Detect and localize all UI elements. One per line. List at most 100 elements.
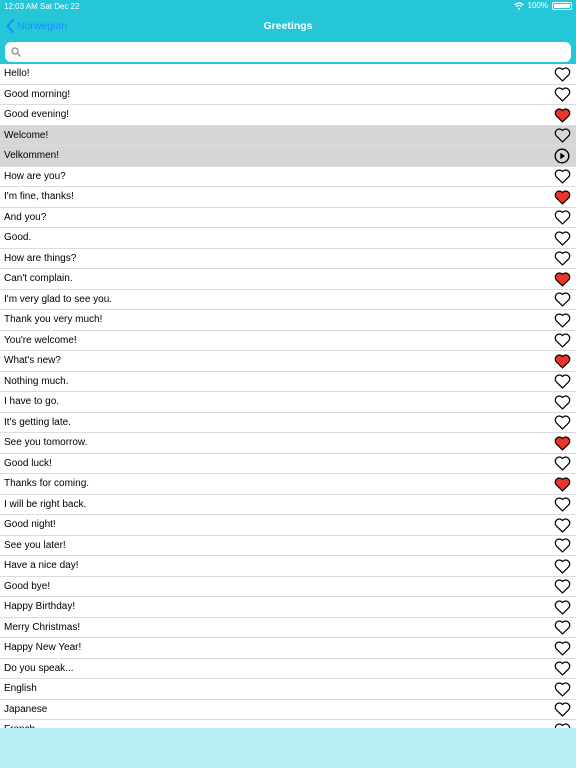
heart-outline-icon[interactable] xyxy=(553,374,571,390)
header: 12:03 AM Sat Dec 22 100% Norwegian Greet… xyxy=(0,0,576,64)
list-item-label: Have a nice day! xyxy=(4,560,79,572)
list-item-label: Can't complain. xyxy=(4,273,73,285)
list-item-label: English xyxy=(4,683,37,695)
heart-outline-icon[interactable] xyxy=(553,210,571,226)
heart-outline-icon[interactable] xyxy=(553,661,571,677)
list-item-label: You're welcome! xyxy=(4,334,77,346)
list-item-label: Do you speak... xyxy=(4,662,74,674)
list-item-label: Good night! xyxy=(4,519,56,531)
list-item[interactable]: Velkommen! xyxy=(0,146,576,167)
list-item[interactable]: I have to go. xyxy=(0,392,576,413)
list-item-label: And you? xyxy=(4,211,47,223)
list-item-label: Nothing much. xyxy=(4,375,69,387)
list-item-label: Good morning! xyxy=(4,88,71,100)
heart-outline-icon[interactable] xyxy=(553,702,571,718)
list-item-label: It's getting late. xyxy=(4,416,71,428)
list-item[interactable]: Hello! xyxy=(0,64,576,85)
heart-outline-icon[interactable] xyxy=(553,517,571,533)
list-item-label: Japanese xyxy=(4,703,48,715)
heart-outline-icon[interactable] xyxy=(553,66,571,82)
list-item-label: Velkommen! xyxy=(4,150,60,162)
list-item[interactable]: Good night! xyxy=(0,515,576,536)
heart-outline-icon[interactable] xyxy=(553,251,571,267)
list-item[interactable]: What's new? xyxy=(0,351,576,372)
heart-outline-icon[interactable] xyxy=(553,558,571,574)
list-item[interactable]: Good morning! xyxy=(0,84,576,105)
heart-filled-icon[interactable] xyxy=(553,107,571,123)
list-item[interactable]: Good. xyxy=(0,228,576,249)
list-item-label: What's new? xyxy=(4,355,61,367)
status-bar: 12:03 AM Sat Dec 22 100% xyxy=(0,0,576,12)
list-item-label: How are things? xyxy=(4,252,77,264)
heart-filled-icon[interactable] xyxy=(553,476,571,492)
heart-outline-icon[interactable] xyxy=(553,394,571,410)
heart-filled-icon[interactable] xyxy=(553,435,571,451)
list-item[interactable]: How are things? xyxy=(0,248,576,269)
list-item[interactable]: Nothing much. xyxy=(0,371,576,392)
list-item-label: Thank you very much! xyxy=(4,314,103,326)
list-item[interactable]: Have a nice day! xyxy=(0,556,576,577)
search-icon xyxy=(11,47,21,57)
heart-outline-icon[interactable] xyxy=(553,538,571,554)
heart-outline-icon[interactable] xyxy=(553,333,571,349)
list-item[interactable]: Can't complain. xyxy=(0,269,576,290)
list-item-label: Happy New Year! xyxy=(4,642,82,654)
battery-percent: 100% xyxy=(527,1,548,10)
search-input[interactable] xyxy=(25,44,569,62)
list-item[interactable]: Thanks for coming. xyxy=(0,474,576,495)
list-item-label: Good bye! xyxy=(4,580,51,592)
heart-outline-icon[interactable] xyxy=(553,169,571,185)
list-item-label: See you tomorrow. xyxy=(4,437,88,449)
list-item[interactable]: I will be right back. xyxy=(0,494,576,515)
list-item[interactable]: Good evening! xyxy=(0,105,576,126)
list-item-label: I have to go. xyxy=(4,396,60,408)
heart-outline-icon[interactable] xyxy=(553,456,571,472)
list-item-label: See you later! xyxy=(4,539,66,551)
heart-outline-icon[interactable] xyxy=(553,230,571,246)
heart-outline-icon[interactable] xyxy=(553,640,571,656)
list-item[interactable]: Welcome! xyxy=(0,125,576,146)
list-item[interactable]: Do you speak... xyxy=(0,658,576,679)
list-item[interactable]: Good luck! xyxy=(0,453,576,474)
list-item[interactable]: Merry Christmas! xyxy=(0,617,576,638)
heart-outline-icon[interactable] xyxy=(553,497,571,513)
list-item[interactable]: You're welcome! xyxy=(0,330,576,351)
list-item[interactable]: It's getting late. xyxy=(0,412,576,433)
list-item[interactable]: Happy New Year! xyxy=(0,638,576,659)
heart-outline-icon[interactable] xyxy=(553,599,571,615)
heart-filled-icon[interactable] xyxy=(553,189,571,205)
status-date: Sat Dec 22 xyxy=(40,2,80,11)
heart-outline-icon[interactable] xyxy=(553,620,571,636)
heart-outline-icon[interactable] xyxy=(553,87,571,103)
list-item[interactable]: See you later! xyxy=(0,535,576,556)
list-item-label: Hello! xyxy=(4,68,30,80)
list-item[interactable]: Thank you very much! xyxy=(0,310,576,331)
status-time: 12:03 AM xyxy=(4,2,38,11)
heart-filled-icon[interactable] xyxy=(553,353,571,369)
list-item-label: Good evening! xyxy=(4,109,70,121)
list-item[interactable]: Happy Birthday! xyxy=(0,597,576,618)
list-item[interactable]: I'm very glad to see you. xyxy=(0,289,576,310)
list-item[interactable]: French xyxy=(0,720,576,728)
search-bar[interactable] xyxy=(5,42,571,62)
heart-filled-icon[interactable] xyxy=(553,271,571,287)
list-item[interactable]: How are you? xyxy=(0,166,576,187)
list-item[interactable]: English xyxy=(0,679,576,700)
heart-outline-icon[interactable] xyxy=(553,681,571,697)
heart-outline-icon[interactable] xyxy=(553,415,571,431)
play-circle-icon[interactable] xyxy=(553,148,571,164)
list-item-label: Welcome! xyxy=(4,129,49,141)
list-item[interactable]: Japanese xyxy=(0,699,576,720)
heart-outline-icon[interactable] xyxy=(553,579,571,595)
list-item-label: I will be right back. xyxy=(4,498,87,510)
list-item-label: Thanks for coming. xyxy=(4,478,90,490)
list-item[interactable]: I'm fine, thanks! xyxy=(0,187,576,208)
list-item-label: How are you? xyxy=(4,170,66,182)
phrase-list: Hello! Good morning! Good evening! Welcome!… xyxy=(0,64,576,728)
heart-outline-icon[interactable] xyxy=(553,312,571,328)
list-item[interactable]: See you tomorrow. xyxy=(0,433,576,454)
heart-outline-icon[interactable] xyxy=(553,128,571,144)
list-item[interactable]: Good bye! xyxy=(0,576,576,597)
list-item[interactable]: And you? xyxy=(0,207,576,228)
heart-outline-icon[interactable] xyxy=(553,292,571,308)
